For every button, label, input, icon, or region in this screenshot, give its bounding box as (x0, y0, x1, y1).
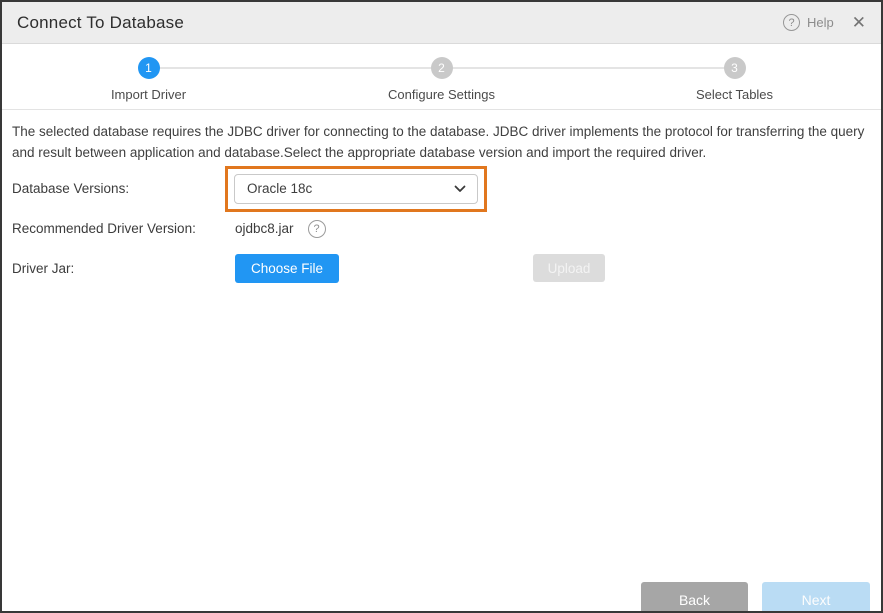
database-versions-label: Database Versions: (12, 181, 225, 196)
wizard-content: The selected database requires the JDBC … (2, 110, 881, 283)
close-icon[interactable]: ✕ (852, 14, 866, 31)
step-3-circle: 3 (724, 57, 746, 79)
database-version-select[interactable]: Oracle 18c (234, 174, 478, 204)
step-2-label: Configure Settings (388, 87, 495, 102)
step-configure-settings[interactable]: 2 Configure Settings (295, 57, 588, 102)
step-1-circle: 1 (138, 57, 160, 79)
database-version-selected-value: Oracle 18c (247, 181, 312, 196)
dialog-title: Connect To Database (17, 13, 184, 33)
step-3-label: Select Tables (696, 87, 773, 102)
wizard-stepper: 1 Import Driver 2 Configure Settings 3 S… (2, 44, 881, 110)
back-button[interactable]: Back (641, 582, 748, 613)
step-2-circle: 2 (431, 57, 453, 79)
next-button[interactable]: Next (762, 582, 870, 613)
chevron-down-icon (454, 185, 466, 193)
recommended-driver-value: ojdbc8.jar (235, 221, 294, 236)
recommended-driver-label: Recommended Driver Version: (12, 221, 235, 236)
help-circle-icon[interactable]: ? (783, 14, 800, 31)
titlebar-actions: ? Help ✕ (783, 14, 866, 31)
step-import-driver[interactable]: 1 Import Driver (2, 57, 295, 102)
upload-button[interactable]: Upload (533, 254, 605, 282)
driver-jar-label: Driver Jar: (12, 261, 235, 276)
step-1-label: Import Driver (111, 87, 186, 102)
stepper-steps: 1 Import Driver 2 Configure Settings 3 S… (2, 57, 881, 102)
connect-to-database-dialog: Connect To Database ? Help ✕ 1 Import Dr… (0, 0, 883, 613)
help-link[interactable]: Help (807, 15, 834, 30)
driver-jar-row: Driver Jar: Choose File Upload (12, 254, 871, 283)
jdbc-description-text: The selected database requires the JDBC … (12, 122, 871, 164)
annotation-highlight-box: Oracle 18c (225, 166, 487, 212)
step-select-tables[interactable]: 3 Select Tables (588, 57, 881, 102)
question-circle-icon[interactable]: ? (308, 220, 326, 238)
choose-file-button[interactable]: Choose File (235, 254, 339, 283)
database-versions-row: Database Versions: Oracle 18c (12, 166, 871, 212)
dialog-titlebar: Connect To Database ? Help ✕ (2, 2, 881, 44)
recommended-driver-row: Recommended Driver Version: ojdbc8.jar ? (12, 220, 871, 238)
